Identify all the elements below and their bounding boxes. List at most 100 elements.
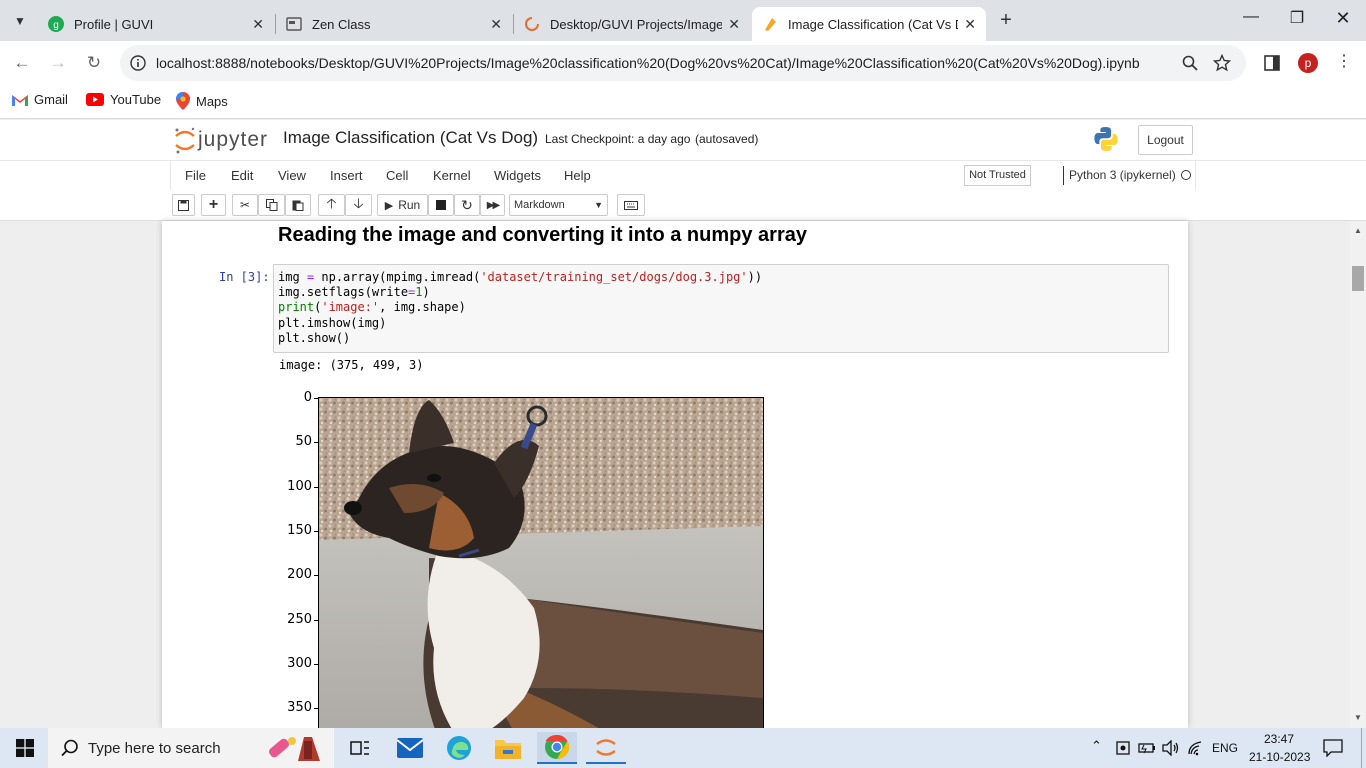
arrow-up-icon: 🡡 [326,195,337,211]
run-button[interactable]: ▶ Run [377,194,428,216]
volume-icon[interactable] [1162,740,1180,756]
chrome-menu-button[interactable]: ⋮ [1336,51,1352,75]
menu-view[interactable]: View [278,168,306,183]
command-palette-button[interactable] [617,194,645,216]
jupyter-logo-text: jupyter [198,128,269,151]
back-button[interactable]: ← [10,51,34,75]
interrupt-kernel-button[interactable] [428,194,454,216]
scroll-up-arrow[interactable]: ▲ [1354,226,1362,235]
close-icon[interactable]: ✕ [252,16,264,33]
bookmark-gmail[interactable]: Gmail [12,92,68,107]
show-hidden-icons[interactable]: ⌃ [1091,738,1102,754]
profile-avatar[interactable]: p [1298,53,1318,73]
save-button[interactable] [172,194,195,216]
y-tick-label: 300 [287,655,312,671]
menu-file[interactable]: File [185,168,206,183]
svg-text:g: g [53,20,59,31]
close-icon[interactable]: ✕ [964,16,976,33]
fast-forward-icon: ▶▶ [486,199,500,211]
tab-zen-class[interactable]: Zen Class ✕ [276,7,512,41]
url-text[interactable]: localhost:8888/notebooks/Desktop/GUVI%20… [156,55,1140,71]
clock-date[interactable]: 21-10-2023 [1249,750,1310,764]
not-trusted-button[interactable]: Not Trusted [964,165,1031,186]
paste-button[interactable] [285,194,311,216]
taskbar-jupyter[interactable] [586,732,626,764]
new-tab-button[interactable]: + [994,8,1018,32]
restart-run-all-button[interactable]: ▶▶ [480,194,505,216]
task-view-button[interactable] [340,732,380,764]
markdown-heading[interactable]: Reading the image and converting it into… [278,224,807,247]
y-tick-label: 150 [287,522,312,538]
cell-type-select[interactable]: Markdown ▼ [509,194,608,216]
taskbar-mail[interactable] [390,732,430,764]
youtube-icon [86,93,104,106]
checkpoint-status: Last Checkpoint: a day ago [545,132,691,146]
taskbar-edge[interactable] [439,732,479,764]
side-panel-icon[interactable] [1264,55,1280,71]
onedrive-icon[interactable] [1115,740,1131,756]
zoom-icon[interactable] [1182,55,1198,71]
close-window-button[interactable]: ✕ [1320,8,1366,32]
menu-widgets[interactable]: Widgets [494,168,541,183]
wifi-icon[interactable] [1187,740,1205,756]
address-bar[interactable]: localhost:8888/notebooks/Desktop/GUVI%20… [120,45,1246,81]
scroll-down-arrow[interactable]: ▼ [1354,713,1362,722]
menu-insert[interactable]: Insert [330,168,363,183]
image-plot: 0 50 100 150 200 250 300 350 [272,385,772,728]
bookmark-youtube[interactable]: YouTube [86,92,161,107]
bookmark-maps[interactable]: Maps [176,92,228,110]
chevron-down-icon: ▼ [594,200,603,210]
browser-tab-strip: ▼ g Profile | GUVI ✕ Zen Class ✕ Desktop… [0,0,1366,41]
tab-desktop-guvi-projects[interactable]: Desktop/GUVI Projects/Image ✕ [514,7,750,41]
code-token: 1 [415,285,423,300]
minimize-button[interactable]: — [1228,8,1274,32]
insert-cell-button[interactable]: + [201,194,226,216]
taskbar-chrome[interactable] [537,732,577,764]
move-up-button[interactable]: 🡡 [318,194,345,216]
tab-profile-guvi[interactable]: g Profile | GUVI ✕ [38,7,274,41]
forward-button[interactable]: → [46,51,70,75]
kernel-name[interactable]: Python 3 (ipykernel) [1069,168,1176,182]
reload-button[interactable]: ↻ [82,51,106,75]
tab-image-classification[interactable]: Image Classification (Cat Vs D ✕ [752,7,986,41]
bookmark-star-icon[interactable] [1213,54,1231,72]
code-line[interactable]: plt.imshow(img) [278,316,762,331]
copy-button[interactable] [258,194,285,216]
show-desktop-button[interactable] [1361,728,1366,768]
move-down-button[interactable]: 🡣 [345,194,372,216]
taskbar-search-box[interactable]: Type here to search [48,728,334,768]
taskbar-file-explorer[interactable] [488,732,528,764]
logout-button[interactable]: Logout [1138,125,1193,155]
menu-kernel[interactable]: Kernel [433,168,471,183]
autosave-status: (autosaved) [695,132,759,146]
site-info-icon[interactable] [130,55,146,71]
menu-help[interactable]: Help [564,168,591,183]
close-icon[interactable]: ✕ [490,16,502,33]
restore-button[interactable]: ❐ [1274,8,1320,32]
cut-button[interactable]: ✂ [232,194,258,216]
code-line[interactable]: img.setflags(write=1) [278,285,762,300]
notebook-title[interactable]: Image Classification (Cat Vs Dog) [283,128,538,148]
code-line[interactable]: print('image:', img.shape) [278,300,762,315]
jupyter-logo[interactable]: jupyter [174,125,274,155]
cell-type-value: Markdown [514,199,565,211]
clock-time[interactable]: 23:47 [1264,732,1294,746]
language-indicator[interactable]: ENG [1212,741,1238,755]
notification-icon[interactable] [1323,739,1343,757]
battery-icon[interactable] [1138,741,1156,755]
code-line[interactable]: plt.show() [278,331,762,346]
kernel-idle-icon [1181,170,1191,180]
scroll-thumb[interactable] [1352,266,1364,291]
code-editor[interactable]: img = np.array(mpimg.imread('dataset/tra… [278,270,762,346]
restart-kernel-button[interactable]: ↻ [454,194,480,216]
tab-title: Desktop/GUVI Projects/Image [550,16,723,32]
close-icon[interactable]: ✕ [728,16,740,33]
menu-edit[interactable]: Edit [231,168,253,183]
jupyter-notebook-icon [765,18,776,31]
code-line[interactable]: img = np.array(mpimg.imread('dataset/tra… [278,270,762,285]
start-button[interactable] [5,732,45,764]
tab-search-button[interactable]: ▼ [8,9,32,33]
maps-icon [176,92,190,110]
vertical-scrollbar[interactable]: ▲ ▼ [1350,221,1366,728]
menu-cell[interactable]: Cell [386,168,408,183]
